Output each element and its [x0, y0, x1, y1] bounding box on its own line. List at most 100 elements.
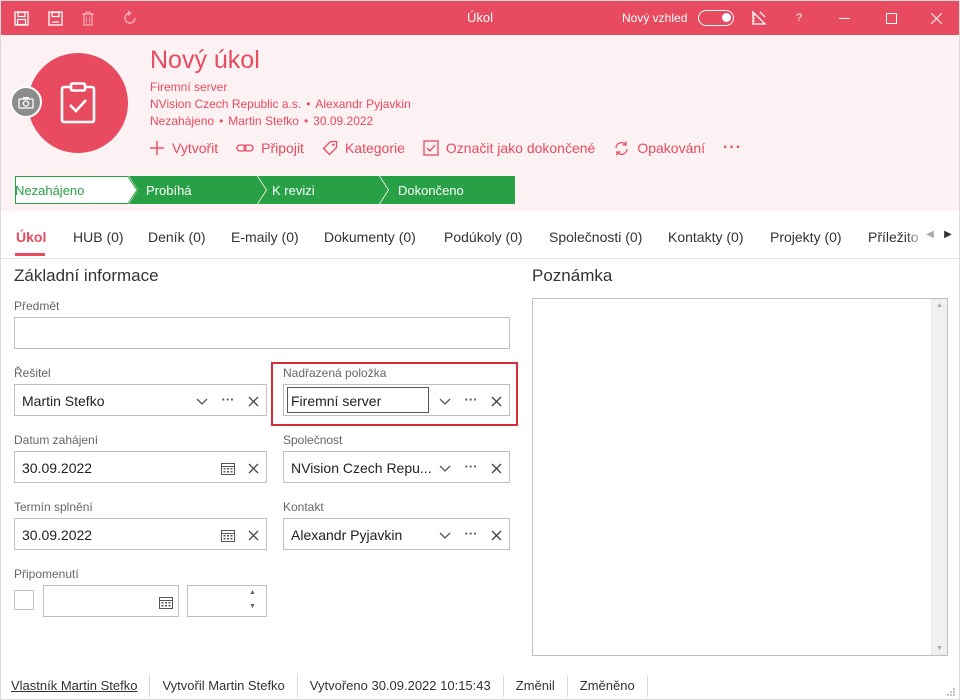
attach-label: Připojit: [261, 140, 304, 156]
spin-down-icon[interactable]: ▼: [249, 603, 256, 610]
owner-link[interactable]: Vlastník Martin Stefko: [1, 674, 151, 697]
create-button[interactable]: Vytvořit: [149, 140, 218, 156]
note-scrollbar[interactable]: ▲ ▼: [931, 299, 947, 655]
clear-icon[interactable]: [487, 526, 505, 544]
tab-journal[interactable]: Deník (0): [148, 229, 206, 245]
task-window: Úkol Nový vzhled ? Nový úkol Firemní ser…: [0, 0, 960, 700]
clear-icon[interactable]: [244, 392, 262, 410]
more-actions-button[interactable]: ···: [723, 139, 742, 157]
start-date-field[interactable]: 30.09.2022: [14, 451, 267, 483]
more-icon[interactable]: ···: [219, 390, 237, 408]
record-title: Nový úkol: [150, 46, 260, 74]
more-icon[interactable]: ···: [462, 524, 480, 542]
camera-icon: [18, 96, 34, 109]
tab-subtasks[interactable]: Podúkoly (0): [444, 229, 523, 245]
scroll-up-icon[interactable]: ▲: [936, 302, 943, 309]
clear-icon[interactable]: [244, 526, 262, 544]
minimize-icon: [838, 17, 850, 19]
mark-done-button[interactable]: Označit jako dokončené: [423, 140, 595, 156]
process-flow: Nezahájeno Probíhá K revizi Dokončeno: [1, 176, 521, 204]
due-date-field[interactable]: 30.09.2022: [14, 518, 267, 550]
change-photo-button[interactable]: [10, 86, 42, 118]
title-bar: Úkol Nový vzhled ?: [1, 1, 959, 35]
tab-bar: Úkol HUB (0) Deník (0) E-maily (0) Dokum…: [1, 211, 959, 259]
ruler-icon[interactable]: [748, 7, 770, 29]
save-close-icon[interactable]: [44, 7, 66, 29]
repeat-button[interactable]: Opakování: [613, 140, 705, 157]
calendar-icon[interactable]: [219, 459, 237, 477]
attach-button[interactable]: Připojit: [236, 140, 304, 156]
tab-scroll-left-icon[interactable]: ◀: [923, 229, 937, 240]
refresh-icon[interactable]: [119, 7, 141, 29]
tab-projects[interactable]: Projekty (0): [770, 229, 842, 245]
stage-done[interactable]: Dokončeno: [384, 176, 464, 204]
basic-info-title: Základní informace: [14, 266, 159, 285]
close-button[interactable]: [913, 1, 959, 35]
chevron-down-icon[interactable]: [436, 459, 454, 477]
chevron-down-icon[interactable]: [436, 526, 454, 544]
spin-up-icon[interactable]: ▲: [249, 589, 256, 596]
scroll-down-icon[interactable]: ▼: [936, 645, 943, 652]
subject-label: Předmět: [14, 299, 60, 313]
calendar-icon[interactable]: [219, 526, 237, 544]
plus-icon: [150, 141, 164, 155]
subject-field[interactable]: [14, 317, 510, 349]
new-look-toggle[interactable]: [698, 10, 734, 26]
clear-icon[interactable]: [244, 459, 262, 477]
maximize-button[interactable]: [868, 1, 914, 35]
minimize-button[interactable]: [821, 1, 867, 35]
avatar[interactable]: [28, 53, 128, 153]
separator: •: [219, 114, 224, 128]
save-icon[interactable]: [10, 7, 32, 29]
tab-documents[interactable]: Dokumenty (0): [324, 229, 416, 245]
category-label: Kategorie: [344, 140, 405, 156]
solver-value: Martin Stefko: [22, 393, 105, 409]
calendar-icon[interactable]: [157, 593, 175, 611]
contact-value: Alexandr Pyjavkin: [291, 527, 403, 543]
solver-label: Řešitel: [14, 366, 51, 380]
tab-emails[interactable]: E-maily (0): [231, 229, 299, 245]
highlight-box: [271, 362, 518, 426]
delete-icon[interactable]: [77, 7, 99, 29]
repeat-icon: [615, 141, 628, 155]
contact-label: Kontakt: [283, 500, 324, 514]
separator: •: [303, 114, 309, 128]
start-date-label: Datum zahájení: [14, 433, 99, 447]
close-icon: [930, 12, 942, 24]
active-tab-indicator: [15, 253, 45, 256]
tab-hub[interactable]: HUB (0): [73, 229, 124, 245]
solver-field[interactable]: Martin Stefko ···: [14, 384, 267, 416]
tab-companies[interactable]: Společnosti (0): [549, 229, 642, 245]
contact-field[interactable]: Alexandr Pyjavkin ···: [283, 518, 510, 550]
chevron-down-icon[interactable]: [193, 392, 211, 410]
clear-icon[interactable]: [487, 459, 505, 477]
help-button[interactable]: ?: [788, 7, 810, 29]
tag-icon: [322, 140, 338, 156]
resize-grip-icon[interactable]: [946, 687, 956, 697]
more-icon[interactable]: ···: [462, 457, 480, 475]
new-look-label: Nový vzhled: [622, 11, 688, 25]
company-link[interactable]: NVision Czech Republic a.s.: [150, 97, 301, 111]
reminder-time-field[interactable]: ▲ ▼: [187, 585, 267, 617]
category-button[interactable]: Kategorie: [322, 140, 405, 156]
tab-scroll-right-icon[interactable]: ▶: [941, 229, 955, 240]
solver-link[interactable]: Martin Stefko: [228, 114, 299, 128]
stage-not-started[interactable]: Nezahájeno: [1, 176, 84, 204]
company-field[interactable]: NVision Czech Repu... ···: [283, 451, 510, 483]
separator: •: [306, 97, 311, 111]
tab-task[interactable]: Úkol: [16, 229, 46, 245]
parent-link[interactable]: Firemní server: [150, 80, 227, 94]
reminder-checkbox[interactable]: [14, 590, 34, 610]
contact-link[interactable]: Alexandr Pyjavkin: [315, 97, 410, 111]
tab-contacts[interactable]: Kontakty (0): [668, 229, 743, 245]
note-title: Poznámka: [532, 266, 613, 285]
created-by: Vytvořil Martin Stefko: [150, 674, 298, 697]
note-textarea[interactable]: ▲ ▼: [532, 298, 948, 656]
status-text: Nezahájeno: [150, 114, 215, 128]
changed-at: Změněno: [568, 674, 648, 697]
clipboard-check-icon: [60, 82, 96, 124]
reminder-date-field[interactable]: [43, 585, 179, 617]
stage-in-progress[interactable]: Probíhá: [132, 176, 192, 204]
status-footer: Vlastník Martin Stefko Vytvořil Martin S…: [1, 671, 959, 699]
stage-review[interactable]: K revizi: [258, 176, 315, 204]
